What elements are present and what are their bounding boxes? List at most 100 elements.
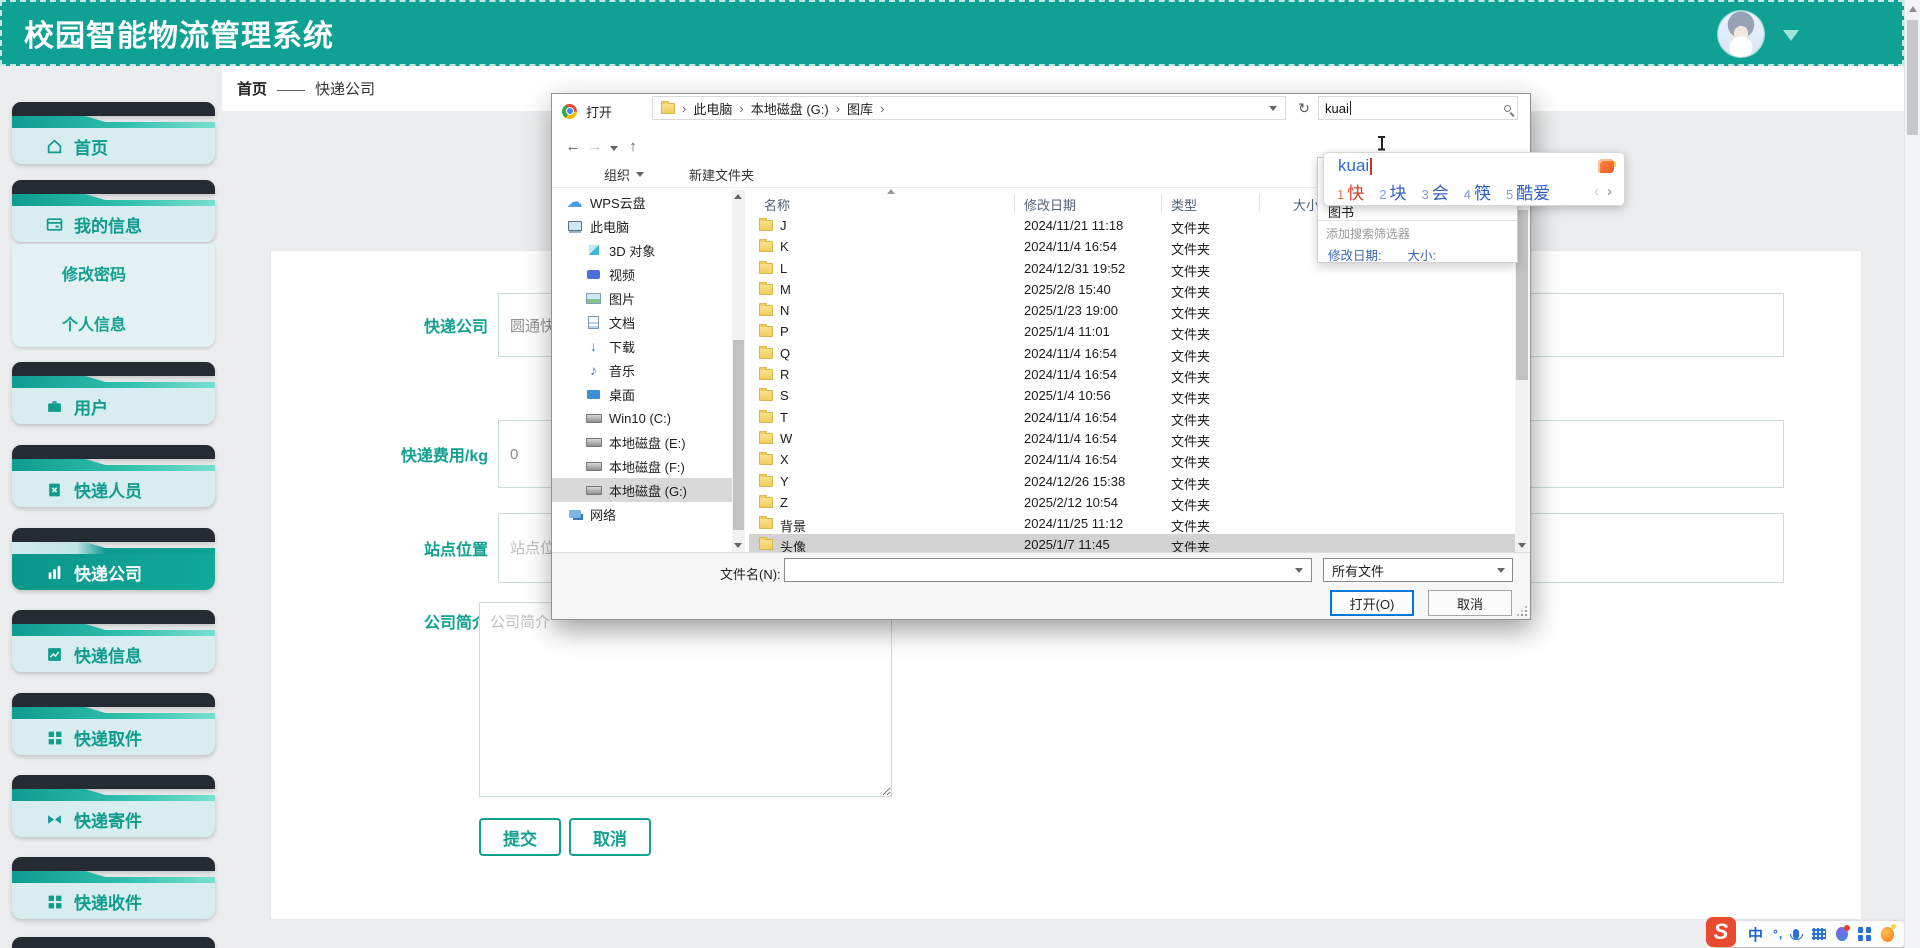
column-size[interactable]: 大小 [1269, 195, 1319, 214]
sidebar-item-express-pickup[interactable]: 快递取件 [12, 693, 215, 755]
dialog-nav-item[interactable]: 图片 [552, 286, 732, 310]
file-row[interactable]: R 2024/11/4 16:54 文件夹 [749, 364, 1515, 385]
dialog-nav-item[interactable]: 本地磁盘 (F:) [552, 454, 732, 478]
card-top [12, 180, 215, 194]
recent-locations-icon[interactable] [606, 138, 622, 155]
address-crumb-gallery[interactable]: 图库 [847, 99, 873, 118]
scroll-down-icon[interactable] [734, 543, 742, 548]
file-row[interactable]: Z 2025/2/12 10:54 文件夹 [749, 492, 1515, 513]
organize-button[interactable]: 组织 [604, 165, 644, 184]
punctuation-mode-icon[interactable]: °, [1773, 927, 1783, 941]
browser-scrollbar-thumb[interactable] [1907, 20, 1918, 135]
dialog-nav-item[interactable]: 文档 [552, 310, 732, 334]
file-row[interactable]: M 2025/2/8 15:40 文件夹 [749, 279, 1515, 300]
emoji-icon[interactable] [1881, 927, 1894, 942]
address-bar[interactable]: › 此电脑 › 本地磁盘 (G:) › 图库 › [652, 96, 1286, 120]
dialog-nav-item[interactable]: 本地磁盘 (E:) [552, 430, 732, 454]
ime-candidate[interactable]: 2 块 [1379, 179, 1406, 204]
nav-scrollbar-thumb[interactable] [733, 340, 744, 530]
intro-textarea[interactable] [479, 602, 892, 797]
address-crumb-disk-g[interactable]: 本地磁盘 (G:) [751, 99, 829, 118]
up-icon[interactable]: ↑ [622, 138, 644, 155]
file-row[interactable]: X 2024/11/4 16:54 文件夹 [749, 449, 1515, 470]
ime-candidate[interactable]: 1 快 [1337, 179, 1364, 204]
address-crumb-this-pc[interactable]: 此电脑 [693, 99, 732, 118]
sidebar-item-express-receive[interactable]: 快递收件 [12, 857, 215, 919]
skin-icon[interactable] [1836, 927, 1848, 941]
file-row[interactable]: T 2024/11/4 16:54 文件夹 [749, 407, 1515, 428]
dialog-nav-item[interactable]: Win10 (C:) [552, 406, 732, 430]
file-date: 2025/2/12 10:54 [1024, 495, 1118, 510]
filter-date-link[interactable]: 修改日期: [1328, 245, 1381, 264]
nav-scrollbar[interactable] [732, 190, 745, 552]
microphone-icon[interactable] [1793, 929, 1799, 939]
nav-item-label: 图片 [609, 289, 635, 308]
dialog-nav-item[interactable]: 3D 对象 [552, 238, 732, 262]
column-date[interactable]: 修改日期 [1024, 195, 1076, 214]
ime-candidate[interactable]: 5 酷爱 [1506, 179, 1550, 204]
keyboard-icon[interactable] [1812, 928, 1826, 940]
sidebar-item-label: 快递收件 [74, 889, 142, 914]
dialog-nav-item[interactable]: 此电脑 [552, 214, 732, 238]
dialog-nav-item[interactable]: 网络 [552, 502, 732, 526]
filter-size-link[interactable]: 大小: [1407, 245, 1435, 264]
new-folder-button[interactable]: 新建文件夹 [689, 165, 754, 184]
refresh-icon[interactable] [1292, 96, 1316, 120]
ime-candidate[interactable]: 4 筷 [1464, 179, 1491, 204]
scroll-up-icon[interactable] [734, 194, 742, 199]
dialog-cancel-button[interactable]: 取消 [1428, 590, 1512, 616]
user-avatar[interactable] [1718, 11, 1764, 57]
submit-button[interactable]: 提交 [479, 818, 561, 856]
avatar-dropdown-caret-icon[interactable] [1783, 30, 1799, 41]
file-row[interactable]: W 2024/11/4 16:54 文件夹 [749, 428, 1515, 449]
dialog-nav-item[interactable]: 本地磁盘 (G:) [552, 478, 732, 502]
file-row[interactable]: P 2025/1/4 11:01 文件夹 [749, 321, 1515, 342]
file-row[interactable]: 背景 2024/11/25 11:12 文件夹 [749, 513, 1515, 534]
ime-page-prev-icon[interactable]: ‹ [1594, 183, 1599, 200]
ime-mode-chinese[interactable]: 中 [1748, 924, 1763, 945]
scroll-up-icon[interactable] [1909, 6, 1917, 12]
file-row[interactable]: S 2025/1/4 10:56 文件夹 [749, 385, 1515, 406]
file-row[interactable]: N 2025/1/23 19:00 文件夹 [749, 300, 1515, 321]
column-type[interactable]: 类型 [1171, 195, 1197, 214]
search-input-value[interactable]: kuai [1325, 101, 1349, 116]
open-button[interactable]: 打开(O) [1330, 590, 1414, 616]
filename-input[interactable] [784, 558, 1312, 582]
file-name: Q [780, 346, 790, 361]
browser-scrollbar[interactable] [1904, 0, 1920, 948]
sogou-logo[interactable]: S [1706, 917, 1736, 947]
dialog-nav-item[interactable]: 音乐 [552, 358, 732, 382]
sidebar-item-couriers[interactable]: 快递人员 [12, 445, 215, 507]
file-row[interactable]: Y 2024/12/26 15:38 文件夹 [749, 471, 1515, 492]
sidebar-item-personal-info[interactable]: 个人信息 [12, 298, 215, 348]
search-box[interactable]: kuai [1318, 96, 1518, 120]
sogou-ime-icon[interactable] [1598, 159, 1614, 173]
dialog-nav-item[interactable]: 桌面 [552, 382, 732, 406]
resize-grip[interactable] [1517, 606, 1527, 616]
sidebar-item-clipped[interactable] [12, 937, 215, 948]
sidebar-item-users[interactable]: 用户 [12, 362, 215, 424]
ime-page-next-icon[interactable]: › [1607, 183, 1612, 200]
scroll-down-icon[interactable] [1518, 543, 1526, 548]
toolbox-grid-icon[interactable] [1858, 927, 1863, 933]
column-name[interactable]: 名称 [764, 195, 790, 214]
sidebar-item-change-password[interactable]: 修改密码 [12, 248, 215, 298]
dialog-nav-item[interactable]: 下载 [552, 334, 732, 358]
file-row[interactable]: Q 2024/11/4 16:54 文件夹 [749, 343, 1515, 364]
address-dropdown-icon[interactable] [1269, 106, 1277, 111]
dialog-nav-item[interactable]: 视频 [552, 262, 732, 286]
filetype-select[interactable]: 所有文件 [1323, 558, 1513, 582]
sidebar-item-express-info[interactable]: 快递信息 [12, 610, 215, 672]
cancel-button[interactable]: 取消 [569, 818, 651, 856]
sidebar-item-express-send[interactable]: 快递寄件 [12, 775, 215, 837]
sidebar-item-home[interactable]: 首页 [12, 102, 215, 164]
breadcrumb-home[interactable]: 首页 [237, 78, 267, 99]
ime-candidate[interactable]: 3 会 [1421, 179, 1448, 204]
back-icon[interactable]: ← [562, 138, 584, 155]
dialog-nav-item[interactable]: WPS云盘 [552, 190, 732, 214]
sidebar-item-express-company[interactable]: 快递公司 [12, 528, 215, 590]
file-row[interactable]: 头像 2025/1/7 11:45 文件夹 [749, 534, 1515, 552]
file-type: 文件夹 [1171, 346, 1210, 365]
nav-item-icon [585, 267, 602, 281]
sidebar-item-my-info[interactable]: 我的信息 [12, 180, 215, 242]
